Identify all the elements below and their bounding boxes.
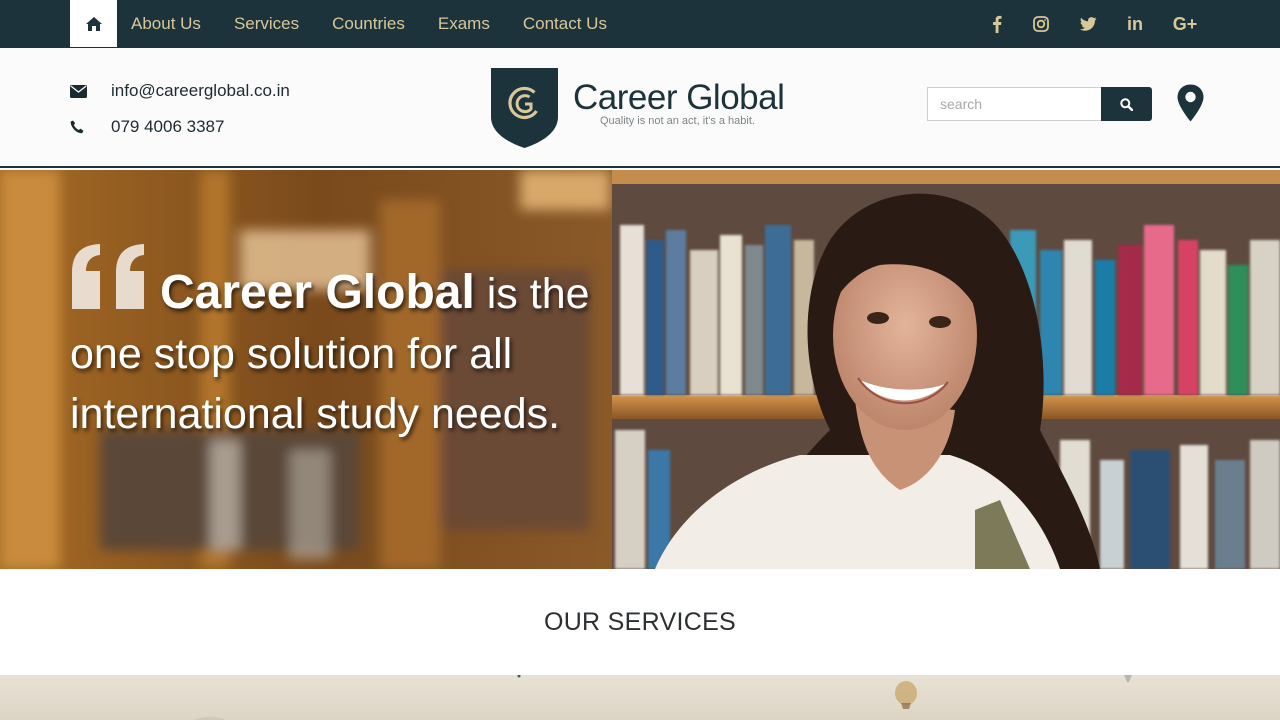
nav-exams[interactable]: Exams (438, 14, 490, 34)
hero-line-3: international study needs. (70, 390, 561, 438)
email-address[interactable]: info@careerglobal.co.in (111, 81, 290, 101)
hero-headline: Career Global is the one stop solution f… (70, 263, 630, 444)
nav-about-us[interactable]: About Us (131, 14, 201, 34)
hero-headline-rest: is the (474, 270, 590, 318)
location-button[interactable] (1177, 84, 1204, 127)
balloons-image (194, 675, 1132, 720)
services-title: OUR SERVICES (543, 608, 737, 636)
google-plus-link[interactable]: G+ (1168, 0, 1202, 48)
linkedin-link[interactable]: in (1122, 0, 1148, 48)
map-marker-icon (1177, 84, 1204, 122)
brand-name: Career Global (573, 78, 785, 117)
phone-contact: 079 4006 3387 (70, 117, 224, 137)
linkedin-icon: in (1127, 13, 1143, 34)
instagram-icon (1033, 16, 1049, 32)
home-button[interactable] (70, 0, 117, 47)
twitter-link[interactable] (1076, 0, 1100, 48)
google-plus-icon: G+ (1172, 13, 1198, 34)
hero-line-2: one stop solution for all (70, 330, 513, 378)
phone-icon (70, 120, 84, 134)
nav-countries[interactable]: Countries (332, 14, 405, 34)
envelope-icon (70, 84, 87, 98)
services-section: OUR SERVICES (0, 569, 1280, 675)
top-navigation-bar: About Us Services Countries Exams Contac… (0, 0, 1280, 48)
nav-contact-us[interactable]: Contact Us (523, 14, 607, 34)
search-button[interactable] (1101, 87, 1152, 121)
facebook-link[interactable] (986, 0, 1008, 48)
shield-logo-icon (491, 68, 558, 148)
nav-services[interactable]: Services (234, 14, 299, 34)
instagram-link[interactable] (1030, 0, 1052, 48)
home-icon (85, 16, 102, 31)
brand-tagline: Quality is not an act, it's a habit. (600, 115, 755, 127)
site-header: info@careerglobal.co.in 079 4006 3387 Ca… (0, 48, 1280, 168)
services-background-image (0, 675, 1280, 720)
email-contact: info@careerglobal.co.in (70, 81, 290, 101)
search-input[interactable] (927, 87, 1102, 121)
brand-logo[interactable]: Career Global Quality is not an act, it'… (490, 67, 790, 149)
twitter-icon (1079, 17, 1097, 31)
hero-headline-bold: Career Global (160, 266, 475, 319)
search-icon (1120, 97, 1133, 111)
nav-links: About Us Services Countries Exams Contac… (131, 0, 640, 48)
facebook-icon (993, 15, 1002, 33)
hero-banner: Career Global is the one stop solution f… (0, 170, 1280, 569)
phone-number[interactable]: 079 4006 3387 (111, 117, 224, 137)
